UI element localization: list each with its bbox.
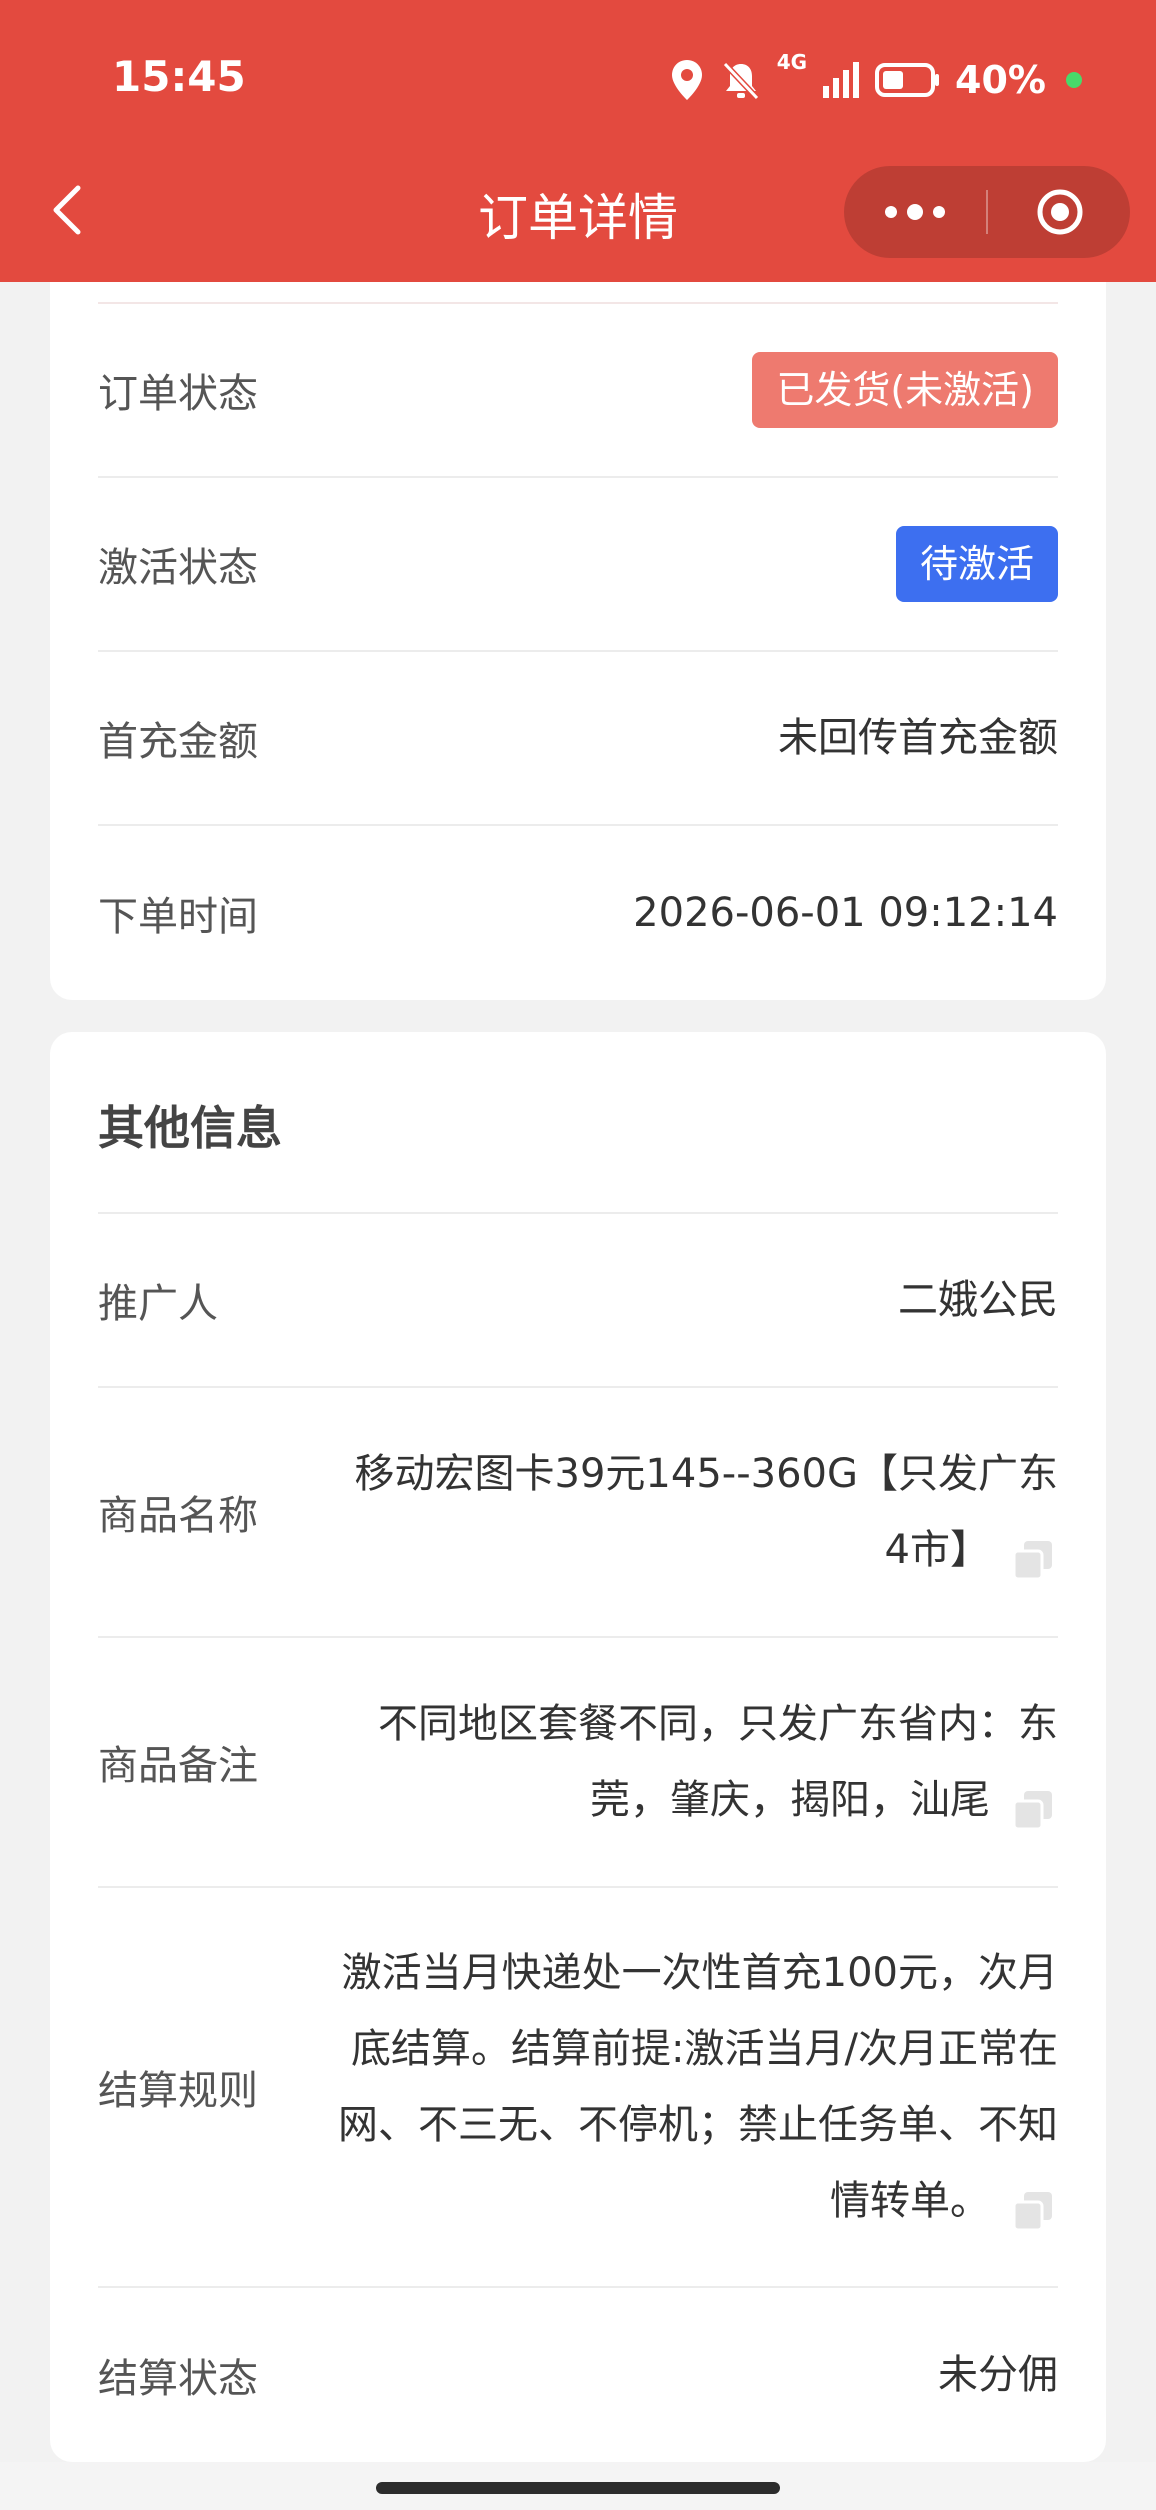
order-status-row: 订单状态 已发货(未激活) xyxy=(98,304,1058,478)
battery-percent: 40% xyxy=(955,58,1046,102)
order-time-row: 下单时间 2026-06-01 09:12:14 xyxy=(98,826,1058,1000)
order-status-label: 订单状态 xyxy=(98,371,258,417)
settlement-rule-label: 结算规则 xyxy=(98,2068,258,2114)
activation-status-row: 激活状态 待激活 xyxy=(98,478,1058,652)
status-icons: 4G 40% xyxy=(669,50,1082,110)
promoter-row: 推广人 二娥公民 xyxy=(98,1214,1058,1388)
status-time: 15:45 xyxy=(112,52,246,101)
product-name-label: 商品名称 xyxy=(98,1493,258,1539)
product-note-label: 商品备注 xyxy=(98,1743,258,1789)
capsule-divider xyxy=(986,190,988,234)
order-status-badge: 已发货(未激活) xyxy=(752,352,1058,428)
order-time-value: 2026-06-01 09:12:14 xyxy=(633,890,1058,936)
copy-icon[interactable] xyxy=(1008,2186,1058,2236)
activation-status-badge: 待激活 xyxy=(895,526,1058,602)
settlement-status-row: 结算状态 未分佣 xyxy=(98,2288,1058,2462)
promoter-value: 二娥公民 xyxy=(898,1277,1058,1323)
settlement-status-label: 结算状态 xyxy=(98,2356,258,2402)
first-recharge-value: 未回传首充金额 xyxy=(778,715,1058,761)
promoter-label: 推广人 xyxy=(98,1281,218,1327)
product-name-row: 商品名称 移动宏图卡39元145--360G【只发广东4市】 xyxy=(98,1388,1058,1638)
activation-status-label: 激活状态 xyxy=(98,545,258,591)
home-indicator[interactable] xyxy=(376,2482,780,2494)
order-time-label: 下单时间 xyxy=(98,894,258,940)
mini-program-capsule xyxy=(844,166,1130,258)
network-label: 4G xyxy=(776,50,808,74)
more-button[interactable] xyxy=(844,166,986,258)
settlement-status-value: 未分佣 xyxy=(938,2352,1058,2398)
settlement-rule-value: 激活当月快递处一次性首充100元，次月底结算。结算前提:激活当月/次月正常在网、… xyxy=(338,1950,1058,2224)
first-recharge-row: 首充金额 未回传首充金额 xyxy=(98,652,1058,826)
product-name-value: 移动宏图卡39元145--360G【只发广东4市】 xyxy=(354,1451,1058,1573)
close-target-icon[interactable] xyxy=(1036,188,1084,236)
more-icon xyxy=(885,206,897,218)
copy-icon[interactable] xyxy=(1008,1785,1058,1835)
battery-icon xyxy=(875,63,940,97)
signal-icon xyxy=(823,62,860,98)
mute-icon xyxy=(722,61,759,101)
product-note-value: 不同地区套餐不同，只发广东省内：东莞，肇庆，揭阳，汕尾 xyxy=(378,1701,1058,1823)
location-icon xyxy=(671,60,702,100)
product-note-row: 商品备注 不同地区套餐不同，只发广东省内：东莞，肇庆，揭阳，汕尾 xyxy=(98,1638,1058,1888)
privacy-dot xyxy=(1066,72,1082,88)
settlement-rule-row: 结算规则 激活当月快递处一次性首充100元，次月底结算。结算前提:激活当月/次月… xyxy=(98,1888,1058,2288)
order-info-card: 订单状态 已发货(未激活) 激活状态 待激活 首充金额 未回传首充金额 下单时间… xyxy=(50,282,1106,1000)
section-title: 其他信息 xyxy=(98,1101,282,1155)
copy-icon[interactable] xyxy=(1008,1535,1058,1585)
other-info-card: 其他信息 推广人 二娥公民 商品名称 移动宏图卡39元145--360G【只发广… xyxy=(50,1032,1106,2462)
header: 15:45 4G 40% 订单详情 xyxy=(0,0,1156,282)
first-recharge-label: 首充金额 xyxy=(98,719,258,765)
